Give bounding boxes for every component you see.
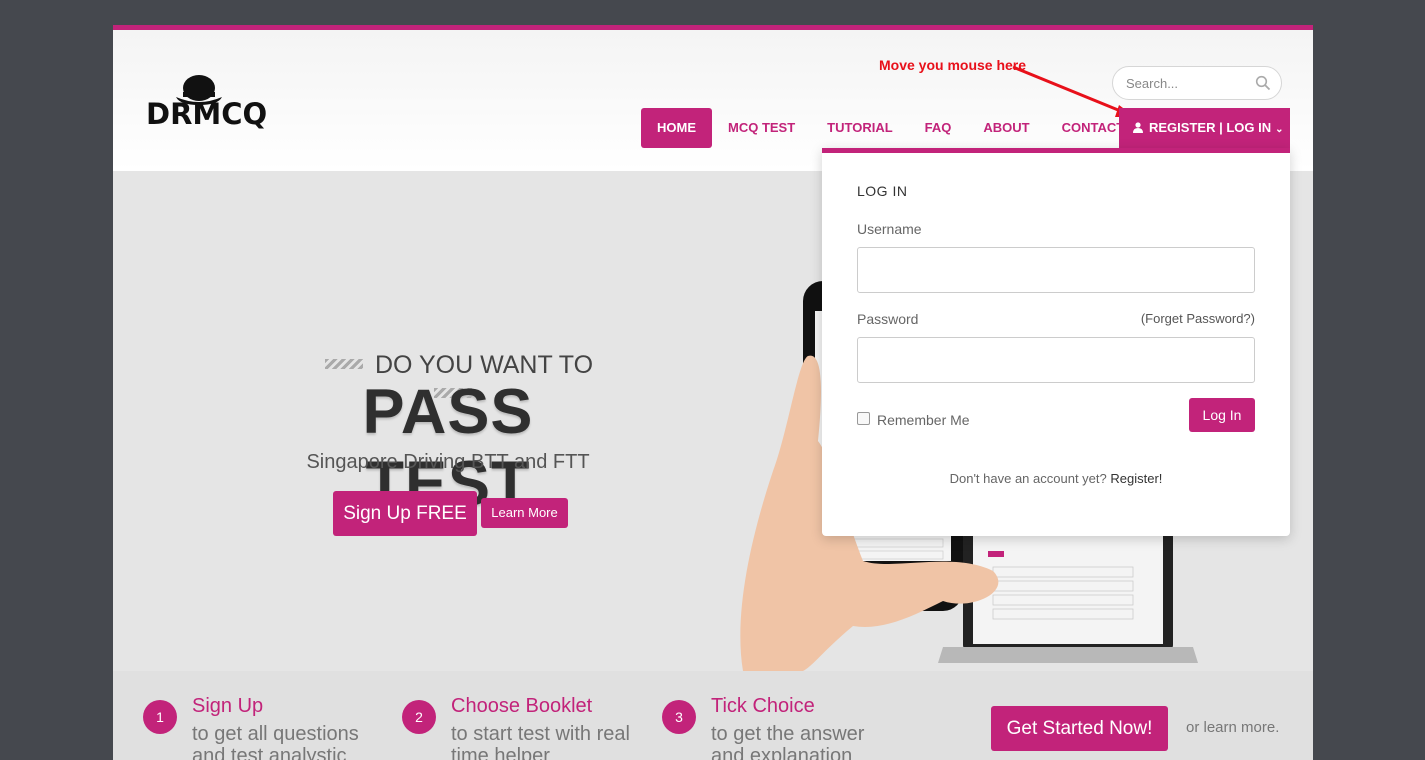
login-form-title: LOG IN [857,183,908,199]
hero-subtitle: Singapore Driving BTT and FTT [306,451,590,473]
search-icon[interactable] [1255,75,1271,91]
register-link[interactable]: Register! [1110,471,1162,486]
password-label: Password [857,311,919,327]
site-logo[interactable]: DRMCQ [146,75,267,135]
log-in-button[interactable]: Log In [1189,398,1255,432]
chevron-down-icon: ⌄ [1275,124,1284,135]
forget-password-link[interactable]: (Forget Password?) [1141,311,1255,326]
logo-text: DRMCQ [146,97,268,131]
step-title: Tick Choice [711,695,815,717]
step-number: 1 [143,700,177,734]
page: DRMCQ Search... Move you mouse here HOME… [113,25,1313,760]
login-dropdown: LOG IN Username Password (Forget Passwor… [822,148,1290,536]
nav-item-tutorial[interactable]: TUTORIAL [811,108,908,148]
nav-item-mcq-test[interactable]: MCQ TEST [712,108,811,148]
no-account-text: Don't have an account yet? [949,471,1107,486]
register-login-label: REGISTER | LOG IN [1149,120,1272,135]
step-title: Sign Up [192,695,264,717]
step-number: 3 [662,700,696,734]
no-account-row: Don't have an account yet? Register! [822,471,1290,486]
search-field[interactable]: Search... [1112,66,1282,100]
nav-item-home[interactable]: HOME [641,108,712,148]
learn-more-button[interactable]: Learn More [481,498,568,528]
nav-item-faq[interactable]: FAQ [909,108,968,148]
username-label: Username [857,221,922,237]
remember-me-label: Remember Me [877,412,970,428]
step-description: to get all questions and test analystic [192,723,359,760]
stripe-decoration [324,359,363,369]
nav-item-about[interactable]: ABOUT [967,108,1045,148]
password-field[interactable] [857,337,1255,383]
step-number: 2 [402,700,436,734]
annotation-text: Move you mouse here [879,57,1027,73]
register-login-menu[interactable]: REGISTER | LOG IN ⌄ [1119,108,1290,148]
step-description: to get the answer and explanation [711,723,865,760]
hero-pretitle: DO YOU WANT TO [374,351,594,379]
sign-up-free-button[interactable]: Sign Up FREE [333,491,477,536]
main-nav: HOME MCQ TEST TUTORIAL FAQ ABOUT CONTACT [641,108,1140,148]
user-icon [1133,122,1143,133]
search-input[interactable]: Search... [1126,76,1178,91]
username-field[interactable] [857,247,1255,293]
remember-me-checkbox[interactable] [857,412,870,425]
steps-section: 1 Sign Up to get all questions and test … [113,671,1313,760]
learn-more-link[interactable]: or learn more. [1186,719,1279,736]
get-started-button[interactable]: Get Started Now! [991,706,1168,751]
step-title: Choose Booklet [451,695,593,717]
step-description: to start test with real time helper [451,723,630,760]
